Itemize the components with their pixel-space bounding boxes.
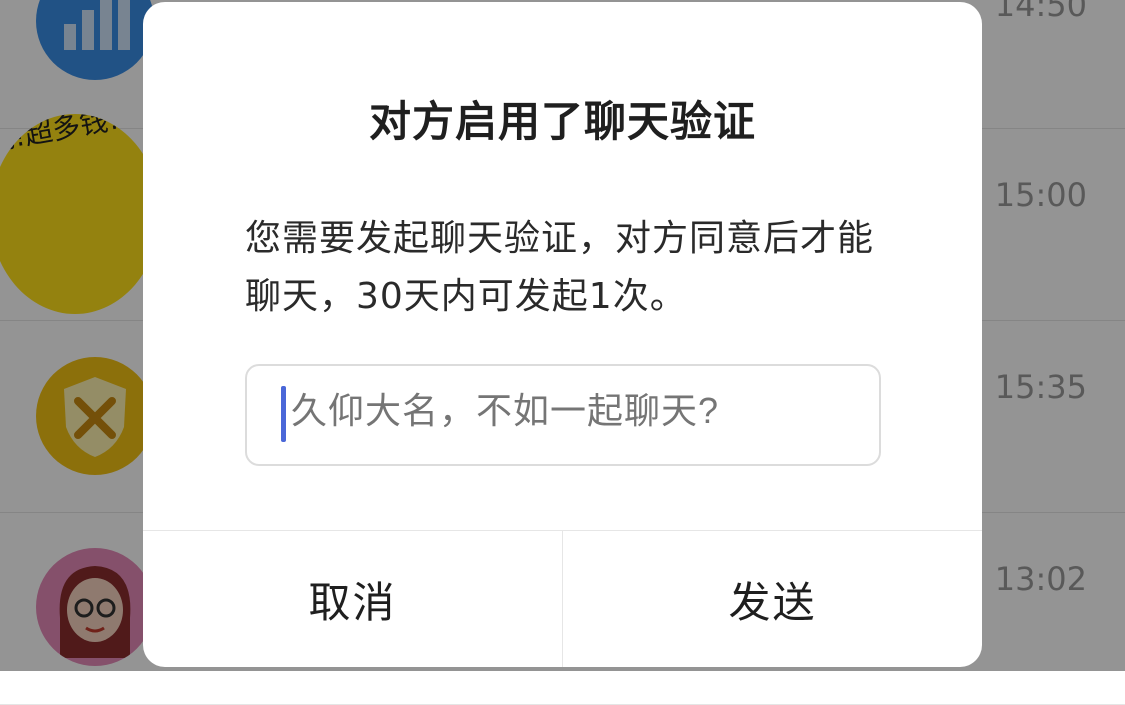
dialog-title: 对方启用了聊天验证 xyxy=(368,97,756,146)
dialog-button-row: 取消 发送 xyxy=(143,530,982,667)
send-button[interactable]: 发送 xyxy=(563,531,982,667)
dialog-message: 您需要发起聊天验证，对方同意后才能聊天，30天内可发起1次。 xyxy=(245,218,875,317)
text-caret xyxy=(281,386,286,442)
chat-verification-dialog: 对方启用了聊天验证 您需要发起聊天验证，对方同意后才能聊天，30天内可发起1次。… xyxy=(143,2,982,667)
verification-message-input[interactable] xyxy=(291,390,851,432)
cancel-button[interactable]: 取消 xyxy=(143,531,563,667)
verification-message-field[interactable] xyxy=(245,364,881,466)
